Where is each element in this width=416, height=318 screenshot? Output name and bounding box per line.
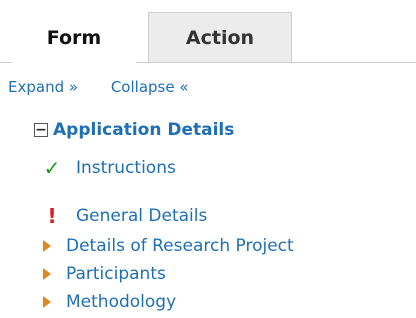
tree-root-application-details[interactable]: − Application Details bbox=[34, 120, 234, 140]
tree-item-details-of-research-project[interactable]: Details of Research Project bbox=[40, 236, 294, 256]
expand-collapse-links: Expand » Collapse « bbox=[8, 78, 189, 96]
expand-all-link[interactable]: Expand » bbox=[8, 78, 78, 96]
tree-item-methodology[interactable]: Methodology bbox=[40, 292, 176, 312]
arrow-right-icon[interactable] bbox=[40, 267, 54, 281]
alert-icon: ! bbox=[47, 204, 57, 228]
check-icon: ✓ bbox=[43, 156, 61, 180]
arrow-right-icon[interactable] bbox=[40, 295, 54, 309]
form-panel: Form Action Expand » Collapse « − Applic… bbox=[0, 0, 416, 318]
tab-action[interactable]: Action bbox=[148, 12, 292, 62]
tab-form[interactable]: Form bbox=[12, 12, 136, 63]
tree-item-label[interactable]: General Details bbox=[76, 206, 207, 226]
arrow-right-icon[interactable] bbox=[40, 239, 54, 253]
tree-item-participants[interactable]: Participants bbox=[40, 264, 166, 284]
tree-item-label[interactable]: Methodology bbox=[66, 292, 176, 312]
tree-item-instructions[interactable]: ✓ Instructions bbox=[40, 156, 176, 180]
tree-item-label[interactable]: Instructions bbox=[76, 158, 176, 178]
tab-action-label: Action bbox=[185, 26, 255, 49]
tab-strip: Form Action bbox=[0, 12, 416, 63]
collapse-toggle-icon[interactable]: − bbox=[34, 123, 48, 137]
tree-item-label[interactable]: Details of Research Project bbox=[66, 236, 294, 256]
tab-form-label: Form bbox=[46, 26, 102, 49]
tree-root-label[interactable]: Application Details bbox=[53, 120, 234, 140]
collapse-all-link[interactable]: Collapse « bbox=[111, 78, 189, 96]
tree-item-general-details[interactable]: ! General Details bbox=[40, 204, 207, 228]
tree-item-label[interactable]: Participants bbox=[66, 264, 166, 284]
